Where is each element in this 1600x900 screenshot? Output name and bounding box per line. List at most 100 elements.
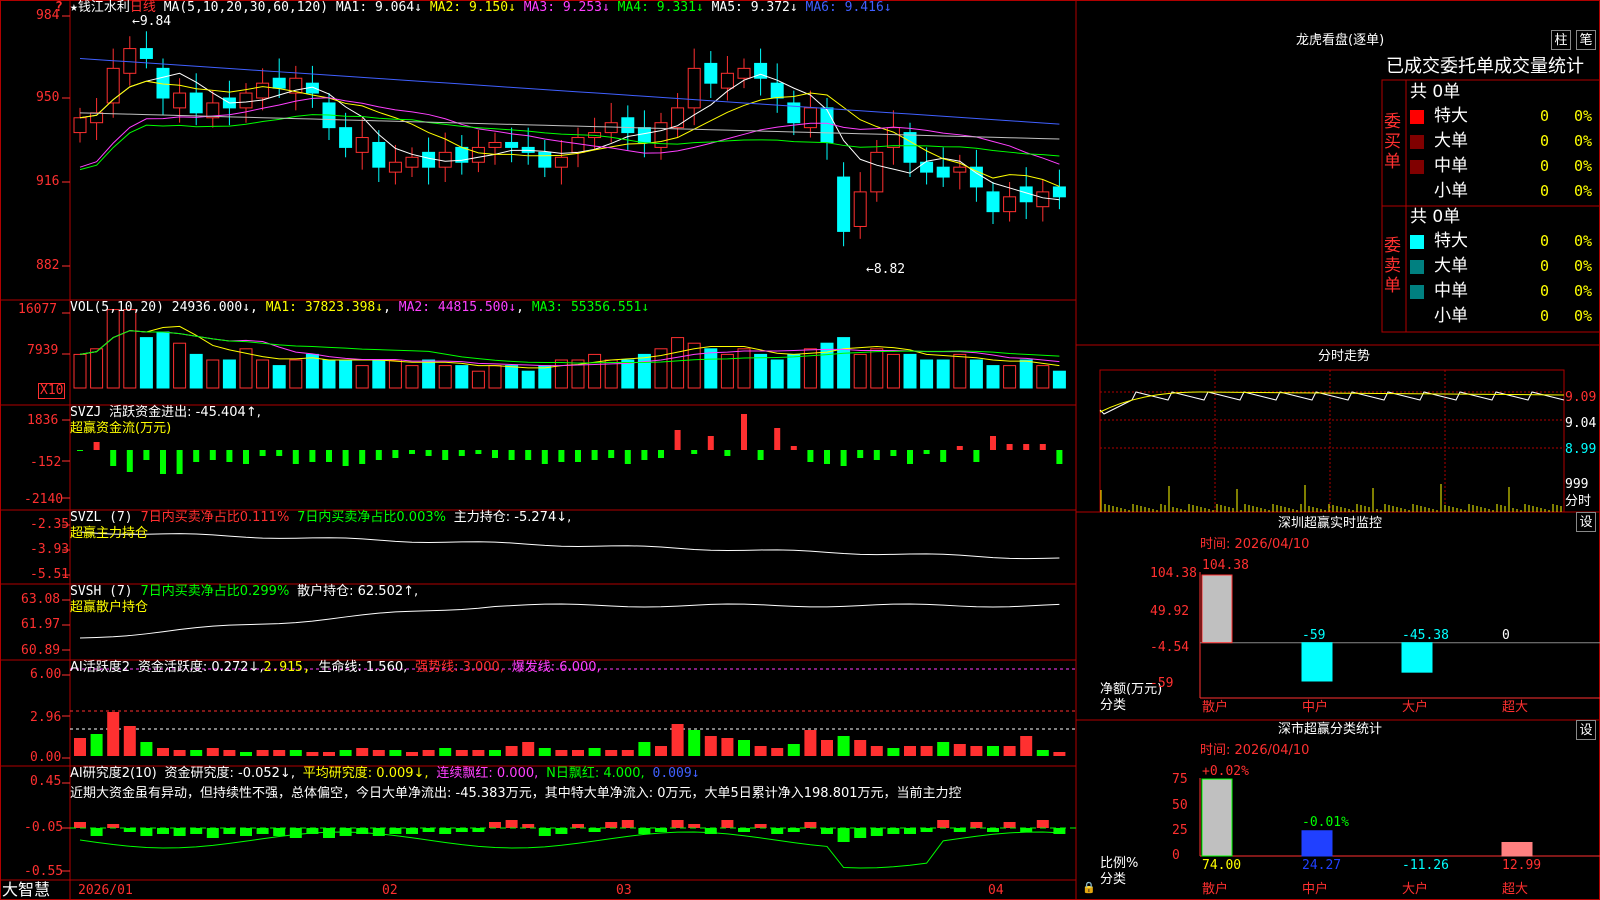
fund-flow-bar (691, 450, 698, 454)
fund-flow-bar (93, 442, 100, 450)
stock-name[interactable]: 钱江水利 (78, 0, 130, 15)
vol-unit-badge[interactable]: X10 (38, 383, 66, 399)
svzj-ytick: -152 (30, 455, 62, 470)
pen-view-button[interactable]: 笔 (1576, 30, 1596, 50)
buy-row-label: 大单 (1434, 131, 1468, 151)
research-bar (372, 828, 385, 836)
research-bar (671, 820, 684, 828)
svsh-ytick: 61.97 (21, 617, 61, 632)
candle-body (837, 176, 851, 232)
research-bar (157, 828, 169, 834)
activity-bar (655, 746, 667, 756)
fund-flow-bar (392, 450, 399, 458)
activity-bar (953, 744, 966, 756)
volume-bar (886, 353, 900, 389)
research-bar (1036, 820, 1049, 828)
ai2-ytick: -0.55 (24, 864, 64, 879)
fund-flow-bar (259, 450, 266, 456)
research-bar (621, 820, 634, 828)
activity-bar (206, 748, 219, 756)
monitor-bar (1301, 642, 1333, 682)
app-brand: 大智慧 (2, 880, 51, 899)
fund-flow-bar (442, 450, 449, 460)
activity-bar (323, 752, 335, 756)
candle-body (422, 151, 436, 168)
buy-row-count: 0 (1540, 107, 1550, 125)
research-bar (273, 828, 286, 836)
candle-body (1036, 191, 1050, 208)
volume-bar (123, 309, 137, 389)
research-bar (256, 828, 269, 834)
sell-swatch (1410, 285, 1424, 299)
lock-icon[interactable]: 🔒 (1082, 880, 1096, 896)
volume-bar (471, 370, 485, 389)
fund-flow-bar (1039, 444, 1046, 450)
volume-bar (505, 365, 519, 389)
volume-bar (239, 348, 253, 389)
classify-date: 时间: 2026/04/10 (1200, 743, 1310, 758)
volume-bar (671, 337, 685, 389)
research-bar (920, 828, 933, 832)
volume-bar (339, 359, 353, 389)
candle-body (106, 67, 120, 104)
fund-flow-bar (475, 450, 482, 454)
star-icon[interactable]: ★ (70, 0, 78, 15)
svzj-ytick: 1836 (27, 413, 59, 428)
research-bar (821, 828, 833, 834)
vol-ytick: 7939 (27, 343, 59, 358)
main-chart-area[interactable] (0, 0, 1600, 900)
svzl-ytick: -2.35 (30, 517, 70, 532)
fund-flow-bar (276, 450, 283, 456)
volume-bar (305, 353, 319, 389)
research-bar (206, 828, 219, 838)
volume-bar (637, 353, 651, 389)
candle-body (405, 156, 419, 168)
monitor-settings-button[interactable]: 设 (1576, 512, 1596, 532)
svsh-ytick: 60.89 (21, 643, 61, 658)
classify-xlabel: 分类 (1100, 872, 1127, 887)
monitor-category: 超大 (1502, 700, 1529, 715)
candle-body (704, 62, 718, 84)
activity-bar (1020, 736, 1033, 756)
activity-bar (306, 752, 319, 756)
fund-flow-bar (309, 450, 316, 462)
research-bar (588, 828, 601, 832)
activity-bar (804, 730, 817, 756)
activity-bar (987, 746, 999, 756)
sell-row-pct: 0% (1574, 282, 1593, 300)
volume-bar (322, 359, 336, 389)
volume-bar (405, 365, 419, 389)
candle-body (272, 77, 286, 89)
fund-flow-bar (193, 450, 200, 462)
ma-label: MA(5,10,20,30,60,120) (163, 0, 329, 15)
monitor-bar (1201, 574, 1233, 644)
research-bar (522, 824, 535, 828)
candle-body (571, 137, 585, 153)
activity-bar (123, 726, 136, 756)
volume-bar (1052, 370, 1066, 389)
fund-flow-bar (591, 450, 598, 460)
research-bar (489, 822, 501, 828)
classify-category: 大户 (1402, 882, 1429, 897)
buy-row-count: 0 (1540, 182, 1550, 200)
column-view-button[interactable]: 柱 (1551, 30, 1571, 50)
volume-bar (920, 359, 934, 389)
ai2-ytick: -0.05 (24, 820, 64, 835)
volume-bar (870, 348, 884, 389)
fund-flow-bar (757, 450, 764, 460)
sell-swatch (1410, 260, 1424, 274)
classify-settings-button[interactable]: 设 (1576, 720, 1596, 740)
fenshi-title: 分时走势 (1318, 349, 1371, 364)
volume-bar (787, 353, 801, 389)
research-bar (605, 822, 618, 828)
period-label[interactable]: 日线 (130, 0, 156, 15)
fund-flow-bar (409, 450, 415, 454)
fund-flow-bar (840, 450, 847, 466)
activity-bar (289, 750, 302, 756)
research-bar (323, 828, 335, 838)
research-bar (721, 820, 734, 828)
svsh-title: 超赢散户持仓 (70, 600, 149, 615)
volume-bar (372, 359, 386, 389)
candle-body (73, 117, 87, 134)
sell-row-count: 0 (1540, 232, 1550, 250)
